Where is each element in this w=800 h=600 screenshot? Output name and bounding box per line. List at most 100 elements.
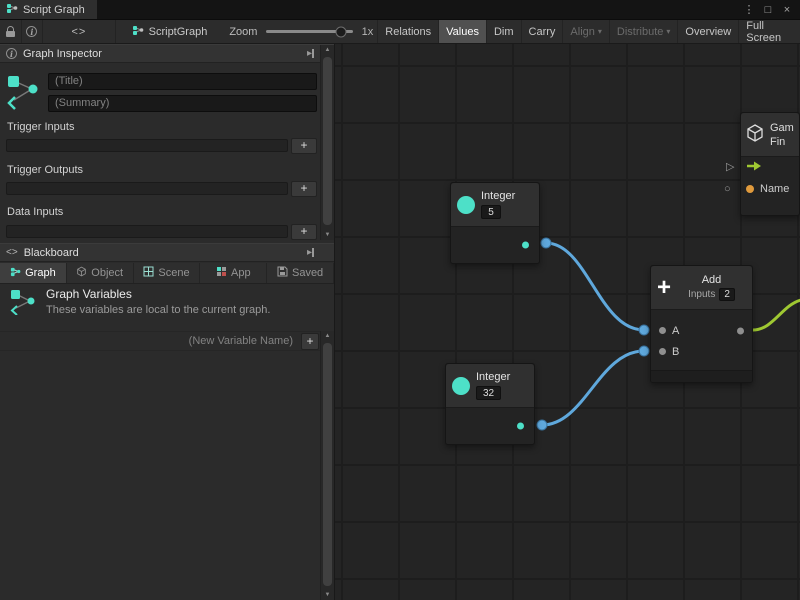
node-integer-5[interactable]: Integer 5 bbox=[450, 182, 540, 264]
graph-title-input[interactable] bbox=[48, 73, 317, 90]
chevron-down-icon: ▾ bbox=[666, 27, 670, 36]
distribute-dropdown[interactable]: Distribute ▾ bbox=[609, 20, 677, 43]
tab-scene[interactable]: Scene bbox=[134, 263, 201, 283]
node-title: Integer bbox=[481, 190, 515, 202]
add-trigger-output-button[interactable]: + bbox=[291, 181, 317, 197]
window-maximize-icon[interactable]: □ bbox=[759, 4, 777, 16]
add-trigger-input-button[interactable]: + bbox=[291, 138, 317, 154]
scroll-down-icon[interactable]: ▼ bbox=[321, 590, 334, 600]
relations-button[interactable]: Relations bbox=[377, 20, 438, 43]
inspector-scrollbar[interactable]: ▲ ▼ bbox=[320, 45, 334, 240]
output-port-sum[interactable] bbox=[737, 327, 744, 334]
dock-icon[interactable]: ▸ bbox=[307, 49, 314, 59]
node-integer-32[interactable]: Integer 32 bbox=[445, 363, 535, 445]
flow-port-icon[interactable]: ▷ bbox=[726, 162, 734, 173]
blackboard-header: <> Blackboard ▸ bbox=[0, 243, 334, 262]
scroll-up-icon[interactable]: ▲ bbox=[321, 331, 334, 341]
tab-saved[interactable]: Saved bbox=[267, 263, 334, 283]
output-port[interactable] bbox=[517, 423, 524, 430]
node-add[interactable]: + Add Inputs 2 A B bbox=[650, 265, 753, 383]
fullscreen-button[interactable]: Full Screen bbox=[738, 20, 800, 43]
script-graph-window: Script Graph ⋮ □ × i <> ScriptGraph Zoom… bbox=[0, 0, 800, 600]
window-close-icon[interactable]: × bbox=[778, 4, 796, 16]
zoom-slider-handle[interactable] bbox=[335, 26, 346, 37]
node-header[interactable]: + Add Inputs 2 bbox=[651, 266, 752, 310]
dim-button[interactable]: Dim bbox=[486, 20, 521, 43]
graph-variables-description: These variables are local to the current… bbox=[46, 304, 270, 316]
node-footer bbox=[651, 370, 752, 382]
data-inputs-list bbox=[6, 225, 288, 238]
dock-icon[interactable]: ▸ bbox=[307, 248, 314, 258]
node-body bbox=[446, 408, 534, 444]
zoom-label: Zoom bbox=[229, 26, 257, 38]
carry-button[interactable]: Carry bbox=[521, 20, 563, 43]
sidebar: i Graph Inspector ▸ Trigger Inputs + Tri… bbox=[0, 44, 335, 600]
graph-icon bbox=[6, 2, 18, 17]
app-icon bbox=[216, 266, 227, 280]
node-subtitle: Fin bbox=[770, 136, 794, 148]
info-icon: i bbox=[26, 26, 37, 37]
graph-tab-icon bbox=[10, 266, 21, 280]
lock-button[interactable] bbox=[0, 20, 22, 43]
node-header[interactable]: Integer 5 bbox=[451, 183, 539, 227]
scrollbar-thumb[interactable] bbox=[323, 343, 332, 586]
scroll-down-icon[interactable]: ▼ bbox=[321, 230, 334, 240]
string-input-port[interactable] bbox=[746, 185, 754, 193]
graph-name-label: ScriptGraph bbox=[149, 26, 208, 38]
saved-icon bbox=[277, 266, 288, 280]
value-port-icon[interactable]: ○ bbox=[724, 184, 731, 195]
window-titlebar: Script Graph ⋮ □ × bbox=[0, 0, 800, 20]
input-port-b[interactable] bbox=[659, 348, 666, 355]
zoom-slider[interactable] bbox=[266, 30, 352, 33]
graph-canvas[interactable]: Integer 5 Integer 32 bbox=[335, 44, 800, 600]
code-view-button[interactable]: <> bbox=[43, 20, 116, 43]
node-header[interactable]: Gam Fin bbox=[741, 113, 799, 157]
data-inputs-row: + bbox=[6, 223, 317, 240]
integer-value-field[interactable]: 5 bbox=[481, 205, 501, 219]
output-port[interactable] bbox=[522, 242, 529, 249]
tab-graph[interactable]: Graph bbox=[0, 263, 67, 283]
tab-object[interactable]: Object bbox=[67, 263, 134, 283]
port-row-b: B bbox=[651, 341, 752, 362]
window-controls: ⋮ □ × bbox=[740, 0, 800, 19]
trigger-outputs-row: + bbox=[6, 180, 317, 197]
node-header[interactable]: Integer 32 bbox=[446, 364, 534, 408]
scrollbar-thumb[interactable] bbox=[323, 57, 332, 225]
integer-value-field[interactable]: 32 bbox=[476, 386, 501, 400]
values-button[interactable]: Values bbox=[438, 20, 486, 43]
blackboard-scrollbar[interactable]: ▲ ▼ bbox=[320, 331, 334, 600]
name-port-row: Name bbox=[741, 178, 799, 199]
tab-label: Script Graph bbox=[23, 4, 85, 16]
window-menu-icon[interactable]: ⋮ bbox=[740, 3, 758, 16]
lock-icon bbox=[6, 26, 15, 37]
inspector-toggle-button[interactable]: i bbox=[22, 20, 44, 43]
graph-toolbar: i <> ScriptGraph Zoom 1x Relations Value… bbox=[0, 20, 800, 44]
inputs-count-field[interactable]: 2 bbox=[719, 288, 735, 301]
new-variable-input[interactable] bbox=[6, 335, 301, 347]
tab-script-graph[interactable]: Script Graph bbox=[0, 0, 97, 19]
scroll-up-icon[interactable]: ▲ bbox=[321, 45, 334, 55]
node-body bbox=[451, 227, 539, 263]
graph-summary-input[interactable] bbox=[48, 95, 317, 112]
node-partial[interactable]: Gam Fin Name bbox=[740, 112, 800, 216]
port-label: A bbox=[672, 325, 679, 337]
add-data-input-button[interactable]: + bbox=[291, 224, 317, 240]
integer-type-icon bbox=[452, 377, 470, 395]
trigger-inputs-label: Trigger Inputs bbox=[7, 121, 74, 133]
breadcrumb-graph-name[interactable]: ScriptGraph bbox=[124, 20, 216, 43]
flow-port-row bbox=[741, 157, 799, 178]
tab-app[interactable]: App bbox=[200, 263, 267, 283]
blackboard-title: Blackboard bbox=[24, 247, 79, 259]
add-variable-button[interactable]: + bbox=[301, 333, 319, 350]
integer-type-icon bbox=[457, 196, 475, 214]
green-arrow-icon[interactable] bbox=[746, 161, 762, 174]
node-body: Name bbox=[741, 157, 799, 215]
graph-title-block bbox=[5, 66, 317, 118]
data-inputs-label: Data Inputs bbox=[7, 206, 63, 218]
overview-button[interactable]: Overview bbox=[677, 20, 738, 43]
input-port-a[interactable] bbox=[659, 327, 666, 334]
align-dropdown[interactable]: Align ▾ bbox=[562, 20, 608, 43]
cube-icon bbox=[76, 266, 87, 280]
trigger-outputs-label: Trigger Outputs bbox=[7, 164, 83, 176]
code-icon: <> bbox=[71, 26, 86, 38]
